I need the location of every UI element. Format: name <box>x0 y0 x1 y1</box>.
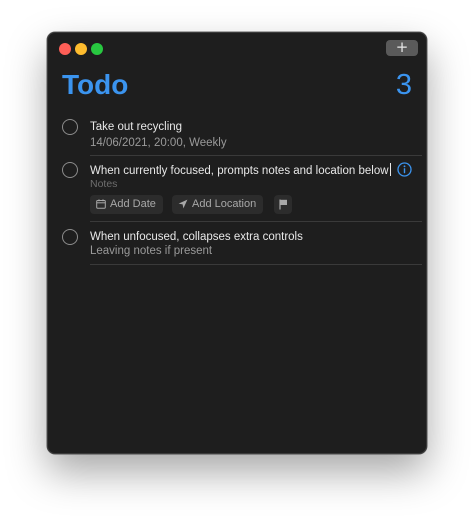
todo-title-editing[interactable]: When currently focused, prompts notes an… <box>90 163 391 178</box>
text-cursor <box>389 163 391 176</box>
add-location-label: Add Location <box>192 198 257 210</box>
calendar-icon <box>96 199 106 209</box>
todo-checkbox[interactable] <box>62 119 78 135</box>
add-date-button[interactable]: Add Date <box>90 195 163 214</box>
todo-item-focused[interactable]: When currently focused, prompts notes an… <box>48 160 426 222</box>
todo-item[interactable]: When unfocused, collapses extra controls… <box>48 227 426 265</box>
item-divider <box>90 264 422 265</box>
list-header: Todo 3 <box>62 69 412 105</box>
flag-icon <box>279 199 287 210</box>
info-circle-icon[interactable] <box>397 162 412 177</box>
add-location-button[interactable]: Add Location <box>172 195 264 214</box>
todo-title: Take out recycling <box>90 121 183 133</box>
location-arrow-icon <box>178 199 188 209</box>
todo-due-date: 14/06/2021, 20:00, Weekly <box>90 137 227 149</box>
todo-count: 3 <box>395 69 412 101</box>
todo-item[interactable]: Take out recycling 14/06/2021, 20:00, We… <box>48 117 426 156</box>
todo-notes: Leaving notes if present <box>90 245 213 257</box>
add-todo-button[interactable]: + <box>386 40 418 56</box>
titlebar: + <box>48 33 426 61</box>
close-window-button[interactable] <box>59 43 71 55</box>
item-divider <box>90 221 422 222</box>
todo-window: + Todo 3 Take out recycling 14/06/2021, … <box>47 32 427 454</box>
minimize-window-button[interactable] <box>75 43 87 55</box>
list-title: Todo <box>62 69 129 100</box>
add-date-label: Add Date <box>110 198 156 210</box>
flag-button[interactable] <box>274 195 292 214</box>
item-divider <box>90 155 422 156</box>
notes-field[interactable]: Notes <box>90 178 117 191</box>
todo-title-text: When currently focused, prompts notes an… <box>90 165 389 177</box>
todo-checkbox[interactable] <box>62 229 78 245</box>
todo-title: When unfocused, collapses extra controls <box>90 231 303 243</box>
todo-checkbox[interactable] <box>62 162 78 178</box>
zoom-window-button[interactable] <box>91 43 103 55</box>
